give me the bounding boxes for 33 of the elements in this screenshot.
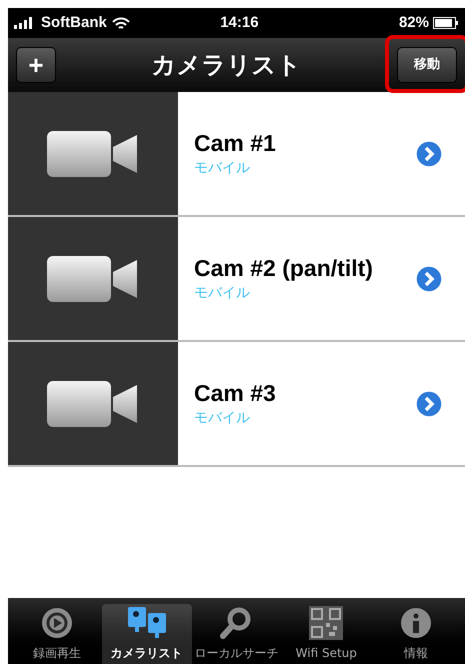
camera-name: Cam #3 xyxy=(194,379,277,408)
camera-row[interactable]: Cam #2 (pan/tilt) モバイル xyxy=(8,217,465,342)
tab-button[interactable]: 情報 xyxy=(371,604,461,664)
screen-title: カメラリスト xyxy=(152,50,302,81)
video-camera-icon xyxy=(47,254,139,304)
camera-type: モバイル xyxy=(194,409,251,428)
battery-percent: 82% xyxy=(398,12,429,33)
camera-name: Cam #2 (pan/tilt) xyxy=(194,254,374,283)
carrier-name: SoftBank xyxy=(41,12,107,33)
play-circle-icon xyxy=(40,606,74,640)
wifi-icon xyxy=(112,16,130,30)
video-camera-icon xyxy=(47,128,139,178)
search-icon xyxy=(219,606,254,640)
video-camera-icon xyxy=(47,378,139,428)
camera-row[interactable]: Cam #1 モバイル xyxy=(8,92,465,217)
detail-disclosure-icon[interactable] xyxy=(415,264,443,292)
camera-type: モバイル xyxy=(194,284,251,303)
move-button[interactable]: 移動 xyxy=(397,47,457,83)
camera-name: Cam #1 xyxy=(194,129,277,158)
battery-icon xyxy=(433,17,459,29)
tab-button[interactable]: ローカルサーチ xyxy=(192,604,282,664)
tab-button[interactable]: カメラリスト xyxy=(102,604,192,664)
monitors-icon xyxy=(126,606,167,640)
tab-button[interactable]: 録画再生 xyxy=(12,604,102,664)
add-button[interactable]: + xyxy=(16,47,56,83)
info-icon xyxy=(399,606,434,640)
camera-row[interactable]: Cam #3 モバイル xyxy=(8,342,465,467)
detail-disclosure-icon[interactable] xyxy=(415,140,443,168)
qr-code-icon xyxy=(309,606,344,640)
camera-type: モバイル xyxy=(194,159,251,178)
clock-time: 14:16 xyxy=(220,12,259,33)
detail-disclosure-icon[interactable] xyxy=(415,390,443,418)
tab-button[interactable]: Wifi Setup xyxy=(281,604,372,664)
